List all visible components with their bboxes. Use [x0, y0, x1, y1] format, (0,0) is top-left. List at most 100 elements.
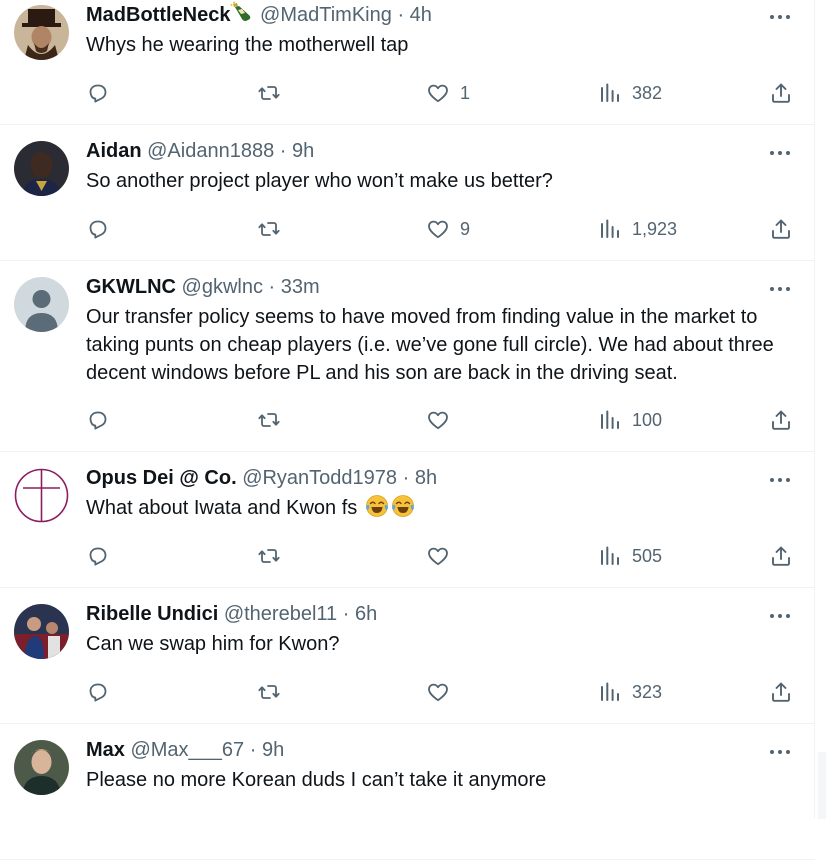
tweet-body: Max @Max___67 · 9h Please no more Korean…: [86, 736, 791, 794]
more-options-button[interactable]: [769, 742, 791, 762]
tweet[interactable]: Opus Dei @ Co. @RyanTodd1978 · 8h What a…: [0, 452, 815, 588]
display-name[interactable]: Aidan: [86, 140, 142, 162]
retweet-button[interactable]: [257, 217, 291, 241]
like-button[interactable]: [426, 680, 460, 704]
share-button[interactable]: [769, 217, 793, 241]
tweet-header: MadBottleNeck @MadTimKing · 4h: [86, 1, 791, 29]
separator-dot: ·: [268, 276, 276, 298]
more-options-button[interactable]: [769, 606, 791, 626]
retweet-icon: [258, 549, 280, 563]
reply-button[interactable]: [86, 217, 120, 241]
like-count: 9: [460, 218, 471, 239]
avatar[interactable]: [14, 141, 69, 196]
view-count: 505: [632, 545, 663, 566]
display-name[interactable]: Ribelle Undici: [86, 603, 218, 625]
views-button[interactable]: 1,923: [598, 217, 677, 241]
more-options-button[interactable]: [769, 470, 791, 490]
tweet-header: GKWLNC @gkwlnc · 33m: [86, 273, 791, 301]
display-name[interactable]: MadBottleNeck: [86, 4, 230, 26]
timestamp[interactable]: 6h: [355, 603, 377, 625]
separator-dot: ·: [249, 739, 257, 761]
tears-of-joy-emoji: [365, 494, 389, 518]
reply-button[interactable]: [86, 544, 120, 568]
like-button[interactable]: [426, 544, 460, 568]
tweet-text: Whys he wearing the motherwell tap: [86, 34, 409, 56]
share-button[interactable]: [769, 408, 793, 432]
share-button[interactable]: [769, 544, 793, 568]
tweet-actions: 100: [86, 408, 793, 432]
views-chart-icon: [601, 83, 619, 102]
tweet-header: Ribelle Undici @therebel11 · 6h: [86, 600, 791, 628]
share-icon: [772, 83, 790, 103]
tweet-header: Max @Max___67 · 9h: [86, 736, 791, 764]
like-count: 1: [460, 82, 471, 103]
views-button[interactable]: 323: [598, 680, 662, 704]
more-options-button[interactable]: [769, 7, 791, 27]
views-chart-icon: [601, 682, 619, 701]
timestamp[interactable]: 4h: [410, 4, 432, 26]
scrollbar[interactable]: [818, 752, 826, 819]
heart-icon: [428, 220, 448, 239]
avatar[interactable]: [14, 604, 69, 659]
share-button[interactable]: [769, 680, 793, 704]
timestamp[interactable]: 9h: [262, 739, 284, 761]
user-handle[interactable]: @Max___67: [130, 739, 244, 761]
views-button[interactable]: 382: [598, 81, 662, 105]
display-name[interactable]: Max: [86, 739, 125, 761]
more-options-button[interactable]: [769, 279, 791, 299]
retweet-button[interactable]: [257, 544, 291, 568]
retweet-icon: [258, 685, 280, 699]
reply-icon: [89, 84, 107, 103]
retweet-button[interactable]: [257, 81, 291, 105]
tweet-text: Can we swap him for Kwon?: [86, 633, 340, 655]
avatar[interactable]: [14, 468, 69, 523]
user-handle[interactable]: @RyanTodd1978: [242, 467, 397, 489]
reply-icon: [89, 411, 107, 430]
views-chart-icon: [601, 219, 619, 238]
share-icon: [772, 682, 790, 702]
timestamp[interactable]: 33m: [281, 276, 320, 298]
view-count: 1,923: [632, 218, 678, 239]
like-button[interactable]: 9: [426, 217, 470, 241]
tweet[interactable]: Max @Max___67 · 9h Please no more Korean…: [0, 724, 815, 860]
tweet-text: What about Iwata and Kwon fs: [86, 497, 358, 519]
tweet-actions: 9 1,923: [86, 217, 793, 241]
views-button[interactable]: 100: [598, 408, 662, 432]
tweet[interactable]: MadBottleNeck @MadTimKing · 4h Whys he w…: [0, 0, 815, 125]
separator-dot: ·: [402, 467, 410, 489]
user-handle[interactable]: @gkwlnc: [182, 276, 263, 298]
tweet[interactable]: Ribelle Undici @therebel11 · 6h Can we s…: [0, 588, 815, 724]
user-handle[interactable]: @Aidann1888: [147, 140, 274, 162]
champagne-bottle-icon: [230, 1, 254, 23]
reply-button[interactable]: [86, 680, 120, 704]
like-button[interactable]: [426, 408, 460, 432]
retweet-icon: [258, 222, 280, 236]
retweet-button[interactable]: [257, 680, 291, 704]
retweet-icon: [258, 413, 280, 427]
tweet[interactable]: GKWLNC @gkwlnc · 33m Our transfer policy…: [0, 261, 815, 452]
separator-dot: ·: [397, 4, 405, 26]
timestamp[interactable]: 8h: [415, 467, 437, 489]
tweet-body: GKWLNC @gkwlnc · 33m Our transfer policy…: [86, 273, 791, 387]
heart-icon: [428, 411, 448, 430]
avatar[interactable]: [14, 277, 69, 332]
tweet[interactable]: Aidan @Aidann1888 · 9h So another projec…: [0, 125, 815, 261]
more-options-button[interactable]: [769, 143, 791, 163]
display-name[interactable]: GKWLNC: [86, 276, 176, 298]
tweet-body: Aidan @Aidann1888 · 9h So another projec…: [86, 137, 791, 195]
user-handle[interactable]: @therebel11: [224, 603, 337, 625]
avatar[interactable]: [14, 740, 69, 795]
user-handle[interactable]: @MadTimKing: [260, 4, 392, 26]
timestamp[interactable]: 9h: [292, 140, 314, 162]
views-button[interactable]: 505: [598, 544, 662, 568]
avatar[interactable]: [14, 5, 69, 60]
display-name[interactable]: Opus Dei @ Co.: [86, 467, 237, 489]
view-count: 100: [632, 409, 663, 430]
share-button[interactable]: [769, 81, 793, 105]
reply-button[interactable]: [86, 408, 120, 432]
reply-button[interactable]: [86, 81, 120, 105]
retweet-button[interactable]: [257, 408, 291, 432]
heart-icon: [428, 547, 448, 566]
reply-icon: [89, 683, 107, 702]
like-button[interactable]: 1: [426, 81, 470, 105]
